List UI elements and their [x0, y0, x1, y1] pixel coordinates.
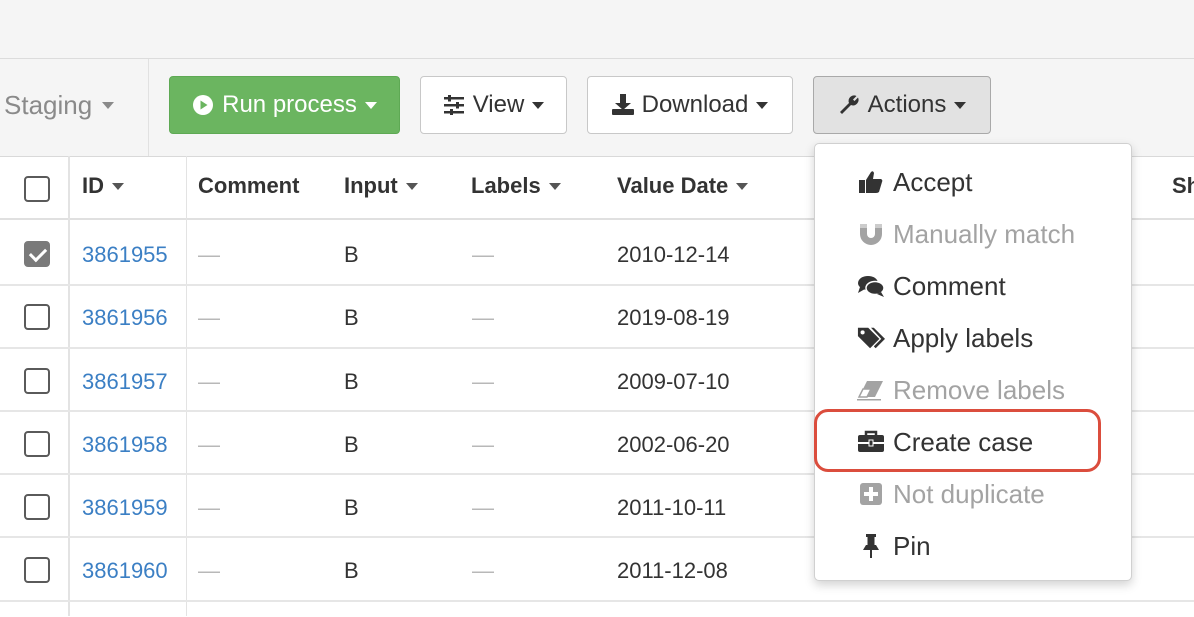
row-checkbox[interactable] [24, 241, 50, 267]
column-header-comment: Comment [198, 173, 300, 198]
chevron-down-icon [954, 101, 967, 109]
menu-item-not-duplicate: Not duplicate [815, 468, 1131, 520]
run-process-button[interactable]: Run process [169, 76, 400, 134]
download-icon [611, 94, 634, 116]
toolbar-divider [148, 59, 149, 156]
column-header-truncated: Sh [1172, 173, 1194, 198]
chevron-down-icon [364, 101, 377, 109]
column-divider [68, 156, 70, 616]
comment-cell: — [198, 495, 220, 520]
comments-icon [857, 272, 885, 300]
input-cell: B [344, 305, 359, 330]
chevron-down-icon [736, 182, 749, 190]
menu-item-comment[interactable]: Comment [815, 260, 1131, 312]
input-cell: B [344, 558, 359, 583]
comment-cell: — [198, 305, 220, 330]
row-checkbox[interactable] [24, 431, 50, 457]
labels-cell: — [472, 242, 494, 267]
chevron-down-icon [102, 102, 115, 109]
staging-label: Staging [4, 90, 93, 120]
menu-item-accept[interactable]: Accept [815, 156, 1131, 208]
eraser-icon [857, 376, 885, 404]
chevron-down-icon [532, 101, 545, 109]
menu-item-apply-labels[interactable]: Apply labels [815, 312, 1131, 364]
actions-label: Actions [867, 91, 947, 118]
column-header-value-date[interactable]: Value Date [617, 173, 749, 199]
record-id-link[interactable]: 3861955 [82, 242, 168, 268]
comment-cell: — [198, 369, 220, 394]
plus-square-icon [857, 480, 885, 508]
value-date-cell: 2011-12-08 [617, 558, 728, 583]
row-checkbox[interactable] [24, 368, 50, 394]
column-header-labels[interactable]: Labels [471, 173, 561, 199]
magnet-icon [857, 220, 885, 248]
record-id-link[interactable]: 3861960 [82, 558, 168, 584]
input-cell: B [344, 495, 359, 520]
value-date-cell: 2010-12-14 [617, 242, 730, 267]
labels-cell: — [472, 305, 494, 330]
create-case-highlight [814, 409, 1101, 472]
labels-cell: — [472, 369, 494, 394]
comment-cell: — [198, 432, 220, 457]
record-id-link[interactable]: 3861957 [82, 369, 168, 395]
actions-dropdown-menu: Accept Manually match Comment Apply labe… [814, 143, 1132, 581]
comment-cell: — [198, 558, 220, 583]
row-checkbox[interactable] [24, 557, 50, 583]
row-checkbox[interactable] [24, 304, 50, 330]
download-button[interactable]: Download [587, 76, 793, 134]
input-cell: B [344, 369, 359, 394]
record-id-link[interactable]: 3861959 [82, 495, 168, 521]
wrench-icon [838, 94, 860, 116]
record-id-link[interactable]: 3861958 [82, 432, 168, 458]
chevron-down-icon [112, 182, 124, 190]
labels-cell: — [472, 558, 494, 583]
select-all-checkbox[interactable] [24, 176, 50, 202]
column-header-id[interactable]: ID [82, 173, 124, 199]
column-header-input[interactable]: Input [344, 173, 418, 199]
chevron-down-icon [548, 182, 561, 190]
menu-item-manually-match: Manually match [815, 208, 1131, 260]
play-circle-icon [192, 94, 214, 116]
thumbtack-icon [857, 532, 885, 560]
view-button[interactable]: View [420, 76, 567, 134]
input-cell: B [344, 242, 359, 267]
actions-button[interactable]: Actions [813, 76, 991, 134]
download-label: Download [641, 91, 749, 118]
top-bar [0, 0, 1194, 59]
run-process-label: Run process [222, 91, 357, 118]
staging-dropdown[interactable]: Staging [4, 90, 115, 121]
value-date-cell: 2011-10-11 [617, 495, 727, 520]
comment-cell: — [198, 242, 220, 267]
record-id-link[interactable]: 3861956 [82, 305, 168, 331]
thumbs-up-icon [857, 168, 885, 196]
tags-icon [857, 324, 885, 352]
value-date-cell: 2019-08-19 [617, 305, 730, 330]
column-divider [186, 156, 187, 616]
chevron-down-icon [405, 182, 418, 190]
value-date-cell: 2009-07-10 [617, 369, 730, 394]
chevron-down-icon [756, 101, 769, 109]
labels-cell: — [472, 432, 494, 457]
sliders-icon [443, 95, 465, 115]
view-label: View [472, 91, 525, 118]
row-checkbox[interactable] [24, 494, 50, 520]
input-cell: B [344, 432, 359, 457]
labels-cell: — [472, 495, 494, 520]
menu-item-pin[interactable]: Pin [815, 520, 1131, 572]
value-date-cell: 2002-06-20 [617, 432, 730, 457]
row-divider [0, 600, 1194, 602]
